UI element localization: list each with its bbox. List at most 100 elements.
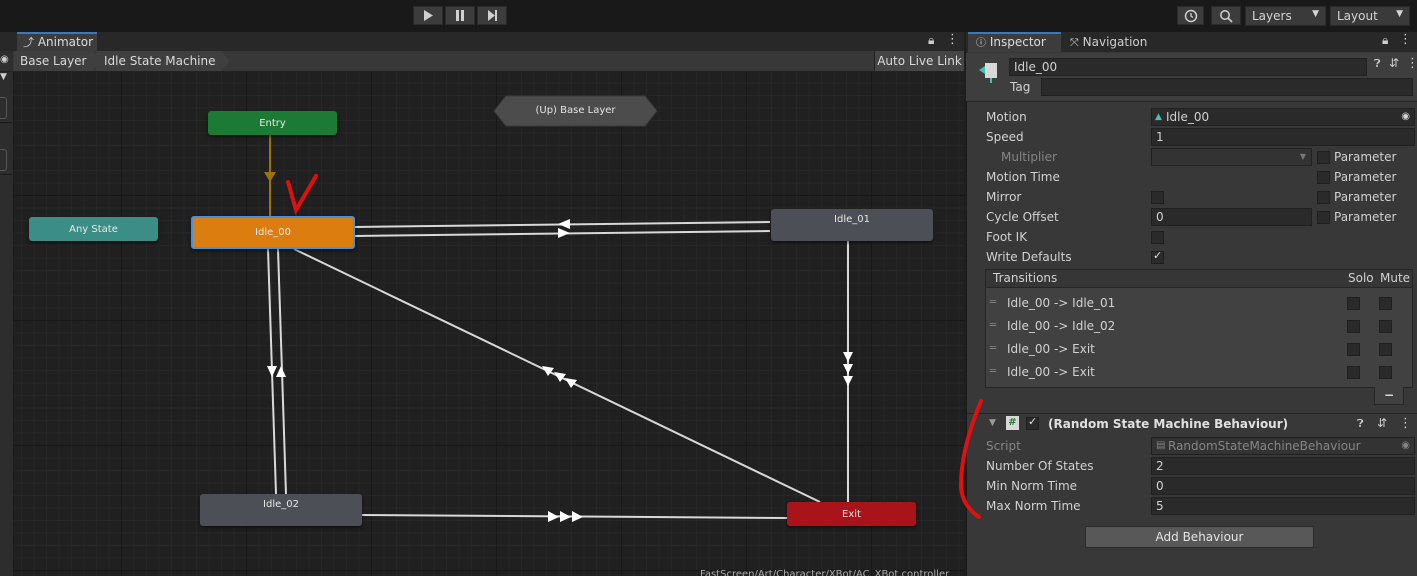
more-menu-icon[interactable]: ⋮ [1399, 416, 1412, 431]
search-button[interactable] [1211, 6, 1241, 25]
tab-inspector[interactable]: ⓘ Inspector [968, 32, 1061, 52]
node-entry[interactable]: Entry [208, 111, 337, 135]
arrow-down-icon [264, 172, 276, 182]
min-norm-time-field[interactable]: 0 [1151, 477, 1415, 495]
animation-clip-icon: ▲ [1155, 112, 1162, 122]
drag-handle-icon[interactable]: ═ [990, 343, 996, 354]
foot-ik-label: Foot IK [986, 230, 1028, 244]
tab-navigation-label: Navigation [1082, 35, 1148, 49]
help-icon[interactable]: ❓︎ [1357, 417, 1364, 431]
help-icon[interactable]: ❓︎ [1374, 57, 1381, 71]
motion-time-parameter-checkbox[interactable] [1317, 171, 1330, 184]
mute-checkbox[interactable] [1379, 320, 1392, 333]
node-idle-02[interactable]: Idle_02 [200, 494, 362, 526]
mirror-label: Mirror [986, 190, 1022, 204]
object-picker-icon: ◉ [1401, 440, 1410, 451]
more-menu-icon[interactable]: ⋮ [1399, 32, 1412, 47]
multiplier-dropdown[interactable]: ▼ [1151, 148, 1312, 166]
node-idle-00-label: Idle_00 [255, 227, 291, 238]
cycle-offset-label: Cycle Offset [986, 210, 1059, 224]
arrow-left-icon [558, 219, 570, 229]
collapse-icon[interactable]: ▼ [989, 418, 996, 428]
cycle-offset-field[interactable]: 0 [1151, 208, 1312, 226]
history-button[interactable] [1177, 6, 1204, 25]
object-name-field[interactable]: Idle_00 [1009, 58, 1367, 76]
lock-icon[interactable]: 🔒︎ [1382, 33, 1388, 48]
more-menu-icon[interactable]: ⋮ [1406, 56, 1417, 71]
arrow-right-icon [572, 511, 583, 522]
divider [966, 413, 1417, 414]
mute-checkbox[interactable] [1379, 366, 1392, 379]
script-label: Script [986, 439, 1021, 453]
mirror-checkbox[interactable] [1151, 191, 1164, 204]
arrow-down-icon [843, 364, 853, 374]
parameter-label: Parameter [1334, 190, 1397, 204]
motion-time-label: Motion Time [986, 170, 1060, 184]
info-icon: ⓘ [976, 38, 986, 49]
add-behaviour-button[interactable]: Add Behaviour [1085, 526, 1314, 548]
solo-checkbox[interactable] [1347, 320, 1360, 333]
layers-dropdown[interactable]: Layers ▼ [1245, 6, 1326, 26]
list-item[interactable]: Idle_00 -> Exit [1007, 342, 1095, 356]
speed-label: Speed [986, 130, 1024, 144]
node-idle-01[interactable]: Idle_01 [771, 209, 933, 241]
motion-label: Motion [986, 110, 1027, 124]
annotation-bracket-mark [958, 399, 983, 519]
mirror-parameter-checkbox[interactable] [1317, 191, 1330, 204]
arrow-down-icon [843, 376, 853, 386]
max-norm-time-label: Max Norm Time [986, 499, 1081, 513]
behaviour-enabled-checkbox[interactable] [1026, 415, 1039, 430]
node-idle-00[interactable]: Idle_00 [191, 216, 355, 249]
node-exit[interactable]: Exit [787, 502, 916, 526]
node-idle-01-label: Idle_01 [834, 214, 870, 225]
solo-checkbox[interactable] [1347, 366, 1360, 379]
script-file-icon: ▤ [1156, 440, 1166, 451]
arrow-right-icon [560, 511, 571, 522]
list-item[interactable]: Idle_00 -> Exit [1007, 365, 1095, 379]
arrow-down-icon [843, 352, 853, 362]
arrow-down-icon [267, 366, 277, 377]
settings-icon[interactable]: ⇵ [1389, 56, 1399, 70]
foot-ik-checkbox[interactable] [1151, 231, 1164, 244]
number-of-states-label: Number Of States [986, 459, 1094, 473]
max-norm-time-field[interactable]: 5 [1151, 497, 1415, 515]
drag-handle-icon[interactable]: ═ [990, 297, 996, 308]
object-picker-icon[interactable]: ◉ [1401, 109, 1410, 125]
remove-transition-button[interactable]: − [1374, 387, 1404, 405]
settings-icon[interactable]: ⇵ [1377, 416, 1387, 430]
write-defaults-label: Write Defaults [986, 250, 1072, 264]
multiplier-label: Multiplier [1001, 150, 1057, 164]
solo-checkbox[interactable] [1347, 297, 1360, 310]
drag-handle-icon[interactable]: ═ [990, 366, 996, 377]
speed-field[interactable]: 1 [1151, 128, 1415, 146]
tab-inspector-label: Inspector [989, 35, 1046, 49]
chevron-down-icon: ▼ [1312, 9, 1319, 19]
mute-checkbox[interactable] [1379, 343, 1392, 356]
tab-navigation[interactable]: ⤧ Navigation [1066, 32, 1170, 52]
arrow-icon [565, 378, 577, 388]
solo-checkbox[interactable] [1347, 343, 1360, 356]
list-item[interactable]: Idle_00 -> Idle_01 [1007, 296, 1115, 310]
mute-checkbox[interactable] [1379, 297, 1392, 310]
min-norm-time-label: Min Norm Time [986, 479, 1078, 493]
drag-handle-icon[interactable]: ═ [990, 320, 996, 331]
script-icon: # [1006, 416, 1019, 430]
transitions-header-label: Transitions [993, 271, 1058, 285]
behaviour-title: (Random State Machine Behaviour) [1048, 417, 1289, 431]
cycle-offset-parameter-checkbox[interactable] [1317, 211, 1330, 224]
layout-dropdown[interactable]: Layout ▼ [1330, 6, 1410, 26]
tag-field[interactable] [1041, 78, 1413, 96]
state-icon [979, 63, 997, 83]
node-any-state[interactable]: Any State [29, 217, 158, 241]
number-of-states-field[interactable]: 2 [1151, 457, 1415, 475]
arrow-icon [554, 372, 566, 382]
node-up-base-layer[interactable]: (Up) Base Layer [494, 96, 657, 126]
motion-field[interactable]: ▲ Idle_00 ◉ [1151, 108, 1415, 126]
list-item[interactable]: Idle_00 -> Idle_02 [1007, 319, 1115, 333]
multiplier-parameter-checkbox[interactable] [1317, 151, 1330, 164]
write-defaults-checkbox[interactable] [1151, 249, 1164, 264]
navigation-icon: ⤧ [1070, 36, 1079, 49]
script-value: RandomStateMachineBehaviour [1168, 439, 1361, 453]
arrow-icon [542, 366, 554, 376]
solo-header: Solo [1348, 271, 1374, 285]
